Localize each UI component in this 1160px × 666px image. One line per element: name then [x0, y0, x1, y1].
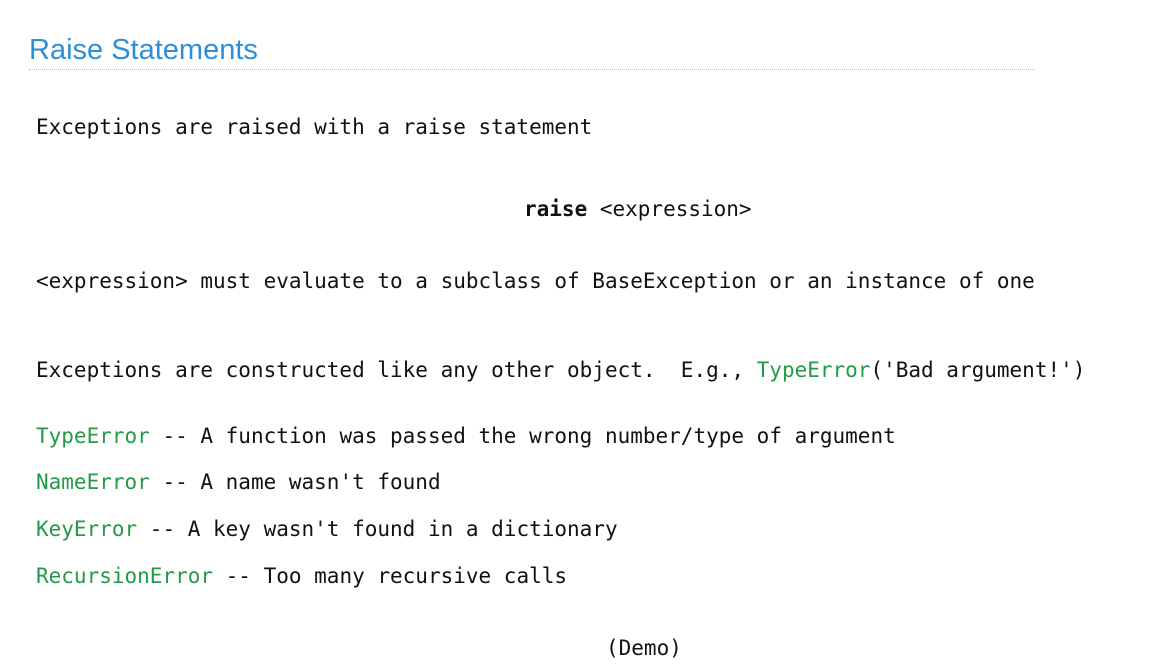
error-description: -- A name wasn't found	[149, 470, 441, 494]
demo-label: (Demo)	[606, 636, 682, 660]
error-name: KeyError	[36, 517, 138, 541]
example-error-name: TypeError	[756, 358, 871, 382]
error-name: NameError	[36, 470, 150, 494]
raise-syntax: raise <expression>	[524, 195, 752, 223]
construction-prefix: Exceptions are constructed like any othe…	[36, 358, 757, 382]
error-name: TypeError	[36, 424, 150, 448]
construction-text: Exceptions are constructed like any othe…	[36, 356, 1085, 384]
requirement-text: <expression> must evaluate to a subclass…	[36, 269, 1035, 293]
error-description: -- Too many recursive calls	[213, 564, 568, 588]
error-item: NameError -- A name wasn't found	[36, 468, 441, 496]
slide-title: Raise Statements	[29, 34, 258, 66]
error-item: TypeError -- A function was passed the w…	[36, 422, 896, 450]
example-error-args: ('Bad argument!')	[870, 358, 1086, 382]
intro-text: Exceptions are raised with a raise state…	[36, 115, 593, 139]
error-item: KeyError -- A key wasn't found in a dict…	[36, 515, 618, 543]
error-item: RecursionError -- Too many recursive cal…	[36, 562, 567, 590]
raise-argument: <expression>	[587, 197, 752, 221]
error-name: RecursionError	[36, 564, 214, 588]
title-divider	[29, 69, 1035, 70]
error-description: -- A key wasn't found in a dictionary	[137, 517, 618, 541]
error-description: -- A function was passed the wrong numbe…	[149, 424, 896, 448]
raise-keyword: raise	[524, 197, 588, 221]
